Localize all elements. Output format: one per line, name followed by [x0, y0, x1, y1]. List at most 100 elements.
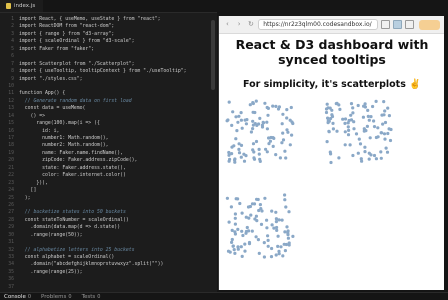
scatter-dot[interactable]: [254, 139, 259, 144]
scatter-dot[interactable]: [233, 251, 237, 255]
scatter-dot[interactable]: [374, 99, 378, 103]
back-icon[interactable]: ‹: [223, 20, 232, 29]
code-line[interactable]: const data = useMemo(: [19, 105, 215, 112]
code-line[interactable]: })),: [19, 180, 215, 187]
scatter-dot[interactable]: [266, 244, 270, 248]
scatter-dot[interactable]: [254, 214, 258, 218]
scatter-dot[interactable]: [331, 127, 335, 131]
scatter-dot[interactable]: [363, 150, 367, 154]
scatter-dot[interactable]: [366, 108, 370, 112]
forward-icon[interactable]: ›: [235, 20, 244, 29]
scatter-dot[interactable]: [374, 157, 378, 161]
scatter-dot[interactable]: [368, 136, 372, 140]
scatter-dot[interactable]: [334, 102, 338, 106]
scatter-dot[interactable]: [381, 122, 385, 126]
scatter-dot[interactable]: [284, 205, 288, 209]
code-line[interactable]: range(100).map(i => ({: [19, 120, 215, 127]
scatter-dot[interactable]: [343, 121, 347, 125]
scatter-dot[interactable]: [230, 228, 234, 232]
scatter-dot[interactable]: [385, 150, 390, 154]
code-line[interactable]: .domain(data.map(d => d.state)): [19, 224, 215, 231]
scatter-dot[interactable]: [276, 107, 281, 111]
code-line[interactable]: zipCode: Faker.address.zipCode(),: [19, 157, 215, 164]
scatter-dot[interactable]: [275, 225, 279, 230]
code-line[interactable]: import React, { useMemo, useState } from…: [19, 16, 215, 23]
split-view-icon[interactable]: [404, 20, 414, 29]
scatter-dot[interactable]: [230, 123, 234, 127]
scatter-dot[interactable]: [274, 220, 278, 224]
scatter-dot[interactable]: [227, 220, 231, 224]
scatter-dot[interactable]: [327, 129, 331, 133]
scatter-dot[interactable]: [326, 116, 330, 120]
scatter-dot[interactable]: [234, 197, 238, 201]
scatter-dot[interactable]: [265, 218, 269, 222]
scatter-dot[interactable]: [251, 101, 255, 105]
scatter-dot[interactable]: [351, 111, 355, 115]
scatter-dot[interactable]: [341, 117, 345, 121]
scatter-dot[interactable]: [284, 242, 288, 247]
scatter-dot[interactable]: [238, 201, 242, 206]
layout-toggle-icon[interactable]: [393, 20, 402, 29]
scatter-dot[interactable]: [232, 248, 236, 252]
code-line[interactable]: color: Faker.internet.color(): [19, 172, 215, 179]
code-line[interactable]: import { range } from "d3-array";: [19, 31, 215, 38]
scatter-dot[interactable]: [261, 120, 265, 124]
scatter-dot[interactable]: [270, 209, 274, 213]
scatter-dot[interactable]: [291, 234, 295, 238]
scatter-dot[interactable]: [260, 209, 264, 213]
tests-tab[interactable]: Tests 0: [82, 294, 101, 300]
code-lines[interactable]: import React, { useMemo, useState } from…: [19, 16, 215, 291]
scatterplot-3[interactable]: [225, 193, 295, 259]
scatter-dot[interactable]: [250, 202, 255, 206]
address-bar[interactable]: https://nr2z3qlm00.codesandbox.io/: [258, 19, 379, 30]
scatter-dot[interactable]: [346, 125, 350, 129]
code-line[interactable]: );: [19, 195, 215, 202]
scatter-dot[interactable]: [227, 159, 231, 163]
scatter-dot[interactable]: [274, 253, 278, 257]
scatter-dot[interactable]: [372, 125, 377, 129]
editor-scrollbar-thumb[interactable]: [211, 20, 215, 90]
scatter-dot[interactable]: [346, 133, 351, 137]
scatter-dot[interactable]: [225, 196, 229, 200]
scatter-dot[interactable]: [325, 140, 329, 144]
scatter-dot[interactable]: [239, 245, 243, 249]
scatter-dot[interactable]: [287, 243, 291, 247]
scatter-dot[interactable]: [270, 223, 274, 227]
scatter-dot[interactable]: [254, 235, 258, 239]
scatter-dot[interactable]: [356, 151, 360, 155]
code-line[interactable]: [19, 83, 215, 90]
scatter-dot[interactable]: [257, 251, 261, 255]
code-line[interactable]: import ReactDOM from "react-dom";: [19, 23, 215, 30]
scatter-dot[interactable]: [349, 113, 353, 117]
scatter-dot[interactable]: [231, 110, 235, 114]
scatter-dot[interactable]: [249, 213, 253, 217]
code-line[interactable]: import { scaleOrdinal } from "d3-scale";: [19, 38, 215, 45]
scatter-dot[interactable]: [376, 126, 380, 130]
scatter-dot[interactable]: [364, 129, 368, 133]
scatter-dot[interactable]: [351, 153, 355, 158]
code-line[interactable]: import Scatterplot from "./Scatterplot";: [19, 61, 215, 68]
scatter-dot[interactable]: [240, 211, 244, 215]
scatter-dot[interactable]: [236, 227, 240, 231]
scatter-dot[interactable]: [288, 143, 292, 147]
scatter-dot[interactable]: [281, 254, 285, 258]
scatter-dot[interactable]: [351, 106, 355, 110]
scatter-dot[interactable]: [229, 205, 233, 209]
scatter-dot[interactable]: [251, 127, 255, 131]
scatter-dot[interactable]: [382, 113, 386, 117]
scatter-dot[interactable]: [269, 255, 274, 259]
scatter-dot[interactable]: [331, 121, 335, 125]
code-line[interactable]: const stateToNumber = scaleOrdinal(): [19, 217, 215, 224]
scatter-dot[interactable]: [289, 105, 293, 110]
code-line[interactable]: .range(range(25));: [19, 269, 215, 276]
scatter-dot[interactable]: [361, 115, 365, 119]
scatter-dot[interactable]: [343, 130, 347, 134]
code-line[interactable]: state: Faker.address.state(),: [19, 165, 215, 172]
scatter-dot[interactable]: [283, 198, 287, 202]
scatter-dot[interactable]: [285, 108, 289, 112]
code-line[interactable]: [19, 239, 215, 246]
scatter-dot[interactable]: [284, 156, 288, 160]
scatter-dot[interactable]: [268, 139, 272, 143]
scatter-dot[interactable]: [285, 128, 289, 132]
scatter-dot[interactable]: [250, 229, 254, 233]
